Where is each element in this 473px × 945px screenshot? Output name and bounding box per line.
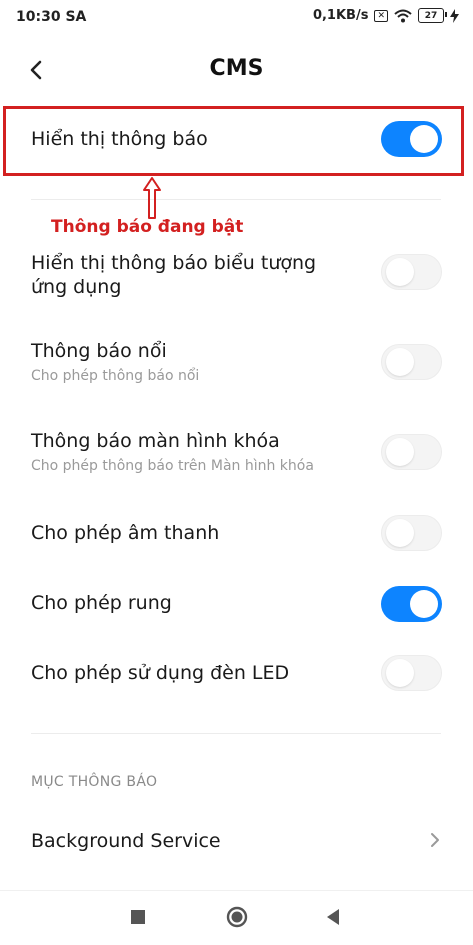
setting-title: Hiển thị thông báo biểu tượng ứng dụng bbox=[31, 252, 317, 298]
setting-title: Cho phép sử dụng đèn LED bbox=[31, 662, 290, 684]
list-item-background-service[interactable]: Background Service bbox=[0, 812, 473, 868]
setting-floating-notifications[interactable]: Thông báo nổi Cho phép thông báo nổi bbox=[0, 336, 473, 392]
status-time: 10:30 SA bbox=[16, 9, 87, 25]
charging-icon bbox=[450, 8, 459, 23]
back-nav-button[interactable] bbox=[322, 906, 344, 928]
setting-subtitle: Cho phép thông báo trên Màn hình khóa bbox=[31, 458, 314, 474]
section-header: MỤC THÔNG BÁO bbox=[31, 774, 158, 790]
home-button[interactable] bbox=[225, 905, 249, 929]
setting-title: Thông báo màn hình khóa bbox=[31, 430, 280, 452]
highlight-box bbox=[3, 106, 464, 176]
toggle-switch[interactable] bbox=[381, 434, 442, 470]
toggle-knob bbox=[386, 659, 414, 687]
navigation-bar bbox=[0, 890, 473, 945]
setting-title: Cho phép âm thanh bbox=[31, 522, 220, 544]
toggle-knob bbox=[386, 348, 414, 376]
setting-allow-led[interactable]: Cho phép sử dụng đèn LED bbox=[0, 654, 473, 694]
recents-button[interactable] bbox=[128, 907, 148, 927]
divider bbox=[31, 733, 441, 734]
sim-off-icon: ✕ bbox=[374, 9, 388, 22]
chevron-right-icon bbox=[431, 833, 439, 847]
toggle-switch[interactable] bbox=[381, 254, 442, 290]
toggle-knob bbox=[386, 438, 414, 466]
circle-icon bbox=[226, 906, 248, 928]
divider bbox=[31, 199, 441, 200]
toggle-switch[interactable] bbox=[381, 655, 442, 691]
setting-title: Thông báo nổi bbox=[31, 340, 167, 362]
toggle-switch[interactable] bbox=[381, 515, 442, 551]
toggle-switch[interactable] bbox=[381, 586, 442, 622]
status-icons: 0,1KB/s ✕ 27 bbox=[313, 8, 459, 23]
toggle-switch[interactable] bbox=[381, 344, 442, 380]
network-speed: 0,1KB/s bbox=[312, 8, 369, 23]
setting-title: Cho phép rung bbox=[31, 592, 172, 614]
setting-subtitle: Cho phép thông báo nổi bbox=[31, 368, 200, 384]
setting-allow-sound[interactable]: Cho phép âm thanh bbox=[0, 514, 473, 554]
status-bar: 10:30 SA 0,1KB/s ✕ 27 bbox=[0, 0, 473, 34]
toggle-knob bbox=[386, 519, 414, 547]
square-icon bbox=[131, 910, 145, 924]
page-title: CMS bbox=[209, 56, 264, 81]
annotation-text: Thông báo đang bật bbox=[51, 217, 244, 237]
header: CMS bbox=[0, 44, 473, 96]
setting-allow-vibration[interactable]: Cho phép rung bbox=[0, 584, 473, 624]
battery-icon: 27 bbox=[418, 8, 447, 23]
item-title: Background Service bbox=[31, 830, 221, 852]
wifi-icon bbox=[394, 9, 412, 22]
triangle-icon bbox=[327, 909, 339, 925]
up-arrow-icon bbox=[143, 177, 161, 219]
setting-badge-icon[interactable]: Hiển thị thông báo biểu tượng ứng dụng bbox=[0, 245, 473, 305]
toggle-knob bbox=[386, 258, 414, 286]
toggle-knob bbox=[410, 590, 438, 618]
setting-lockscreen-notifications[interactable]: Thông báo màn hình khóa Cho phép thông b… bbox=[0, 426, 473, 482]
